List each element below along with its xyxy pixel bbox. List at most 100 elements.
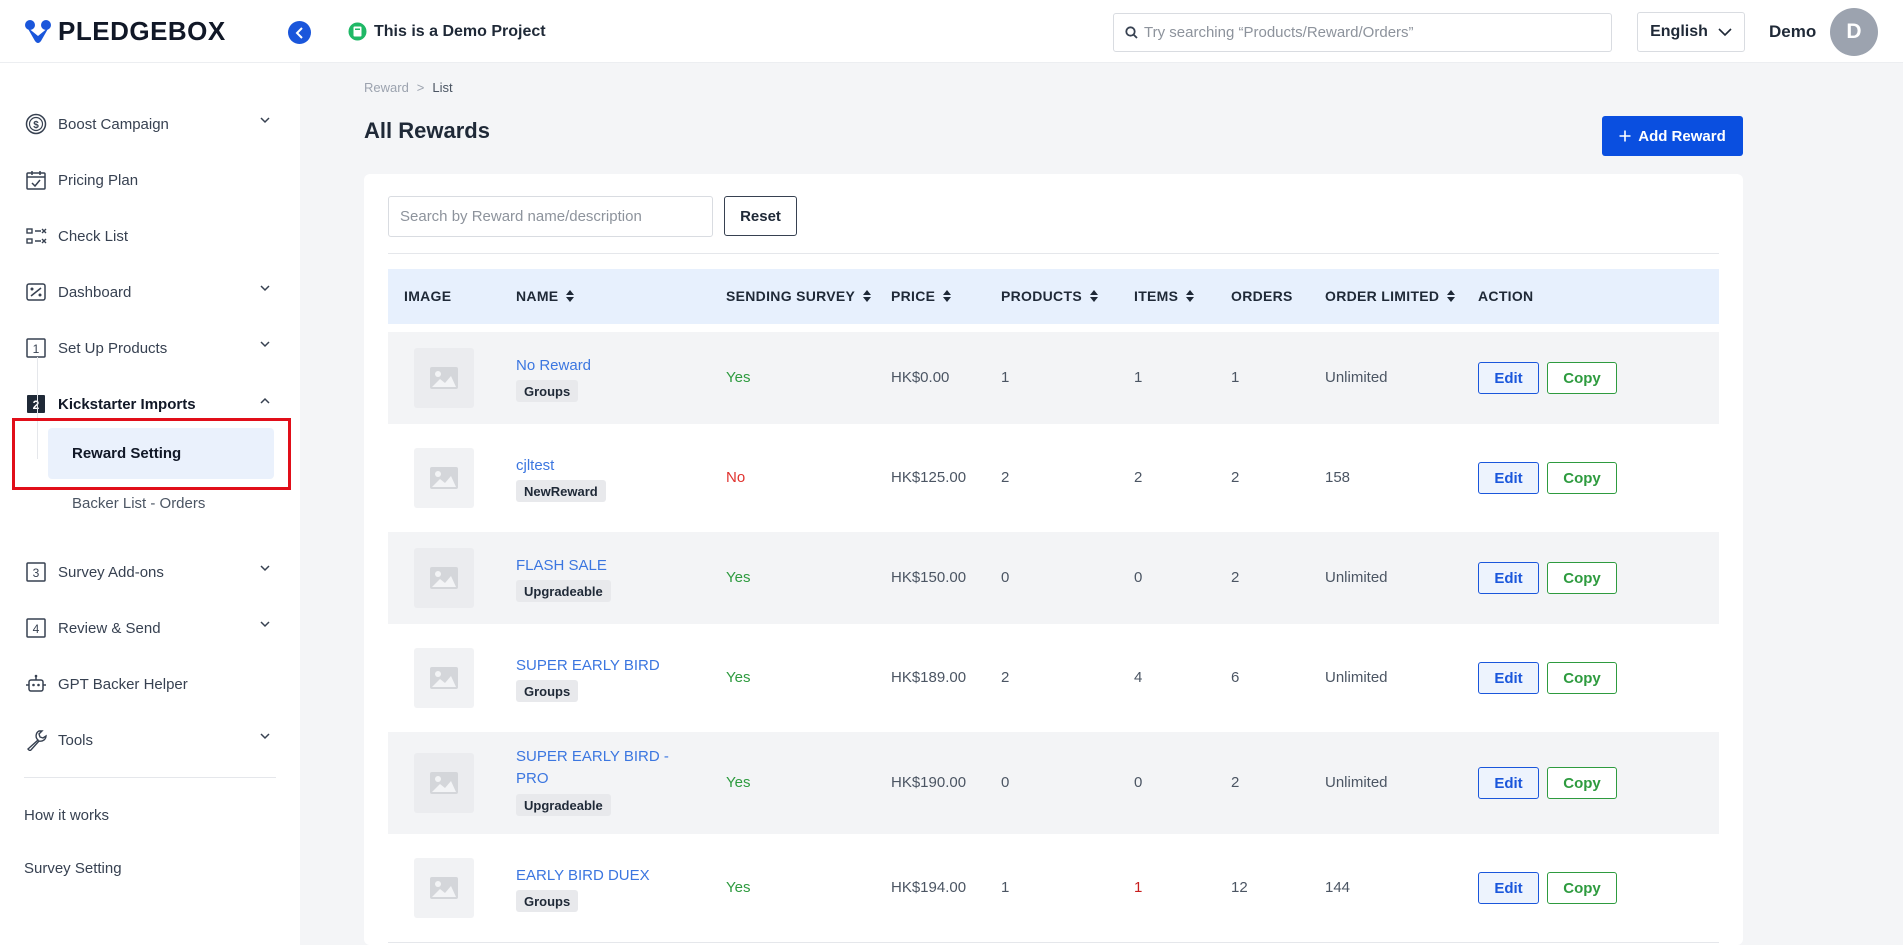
column-header-action: ACTION: [1478, 288, 1534, 304]
copy-button[interactable]: Copy: [1547, 872, 1617, 904]
sidebar-item-label: Survey Add-ons: [58, 563, 164, 581]
svg-text:4: 4: [33, 622, 40, 636]
items-count: 0: [1134, 774, 1143, 791]
sidebar-item-survey-add-ons[interactable]: 3 Survey Add-ons: [24, 555, 276, 589]
edit-button[interactable]: Edit: [1478, 767, 1539, 799]
reward-price: HK$194.00: [891, 879, 967, 896]
svg-text:3: 3: [33, 566, 40, 580]
reward-name-link[interactable]: EARLY BIRD DUEX: [516, 865, 676, 887]
table-row: EARLY BIRD DUEX Groups Yes HK$194.00 1 1…: [388, 842, 1719, 934]
reward-tag: NewReward: [516, 480, 606, 502]
sidebar-item-label: Boost Campaign: [58, 115, 169, 133]
reset-button[interactable]: Reset: [724, 196, 797, 236]
column-header-image: IMAGE: [404, 288, 452, 304]
items-count: 1: [1134, 879, 1143, 896]
sort-icon[interactable]: [566, 289, 575, 303]
breadcrumb-current: List: [432, 80, 453, 95]
sidebar-item-label: Set Up Products: [58, 339, 168, 357]
products-count: 1: [1001, 879, 1010, 896]
orders-count: 1: [1231, 369, 1240, 386]
user-name[interactable]: Demo: [1769, 22, 1816, 42]
orders-count: 2: [1231, 569, 1240, 586]
edit-button[interactable]: Edit: [1478, 362, 1539, 394]
add-reward-label: Add Reward: [1638, 127, 1726, 145]
chevron-left-icon: [295, 26, 303, 39]
breadcrumb-parent[interactable]: Reward: [364, 80, 409, 95]
avatar[interactable]: D: [1830, 8, 1878, 56]
column-header-sending-survey[interactable]: SENDING SURVEY: [726, 288, 872, 304]
sidebar-item-label: Tools: [58, 731, 94, 749]
image-placeholder-icon: [414, 448, 474, 508]
sort-icon[interactable]: [863, 289, 872, 303]
products-count: 1: [1001, 369, 1010, 386]
demo-project-label: This is a Demo Project: [348, 22, 546, 41]
sidebar-subitem-backer-list[interactable]: Backer List - Orders: [48, 478, 274, 529]
checklist-icon: [24, 224, 48, 248]
reward-tag: Groups: [516, 380, 579, 402]
table-row: cjltest NewReward No HK$125.00 2 2 2 158…: [388, 432, 1719, 524]
items-count: 0: [1134, 569, 1143, 586]
breadcrumb-separator: >: [416, 80, 425, 95]
reward-name-link[interactable]: cjltest: [516, 455, 676, 477]
reward-price: HK$125.00: [891, 469, 967, 486]
step-one-icon: 1: [24, 336, 48, 360]
sidebar-item-kickstarter-imports[interactable]: 2 Kickstarter Imports: [24, 387, 276, 421]
copy-button[interactable]: Copy: [1547, 362, 1617, 394]
sidebar-item-check-list[interactable]: Check List: [24, 219, 276, 253]
sidebar-item-tools[interactable]: Tools: [24, 723, 276, 757]
sidebar-item-boost-campaign[interactable]: $ Boost Campaign: [24, 107, 276, 141]
copy-button[interactable]: Copy: [1547, 662, 1617, 694]
image-placeholder-icon: [414, 858, 474, 918]
copy-button[interactable]: Copy: [1547, 462, 1617, 494]
sidebar-item-review-send[interactable]: 4 Review & Send: [24, 611, 276, 645]
copy-button[interactable]: Copy: [1547, 562, 1617, 594]
column-header-order-limited[interactable]: ORDER LIMITED: [1325, 288, 1456, 304]
sidebar-item-set-up-products[interactable]: 1 Set Up Products: [24, 331, 276, 365]
chevron-down-icon: [260, 341, 270, 348]
calendar-check-icon: [24, 168, 48, 192]
sidebar-item-label: Review & Send: [58, 619, 161, 637]
chevron-down-icon: [260, 733, 270, 740]
reward-name-link[interactable]: SUPER EARLY BIRD: [516, 655, 676, 677]
reward-name-link[interactable]: SUPER EARLY BIRD - PRO: [516, 746, 676, 790]
sort-icon[interactable]: [1447, 289, 1456, 303]
survey-status: Yes: [726, 669, 751, 686]
sidebar-item-dashboard[interactable]: Dashboard: [24, 275, 276, 309]
edit-button[interactable]: Edit: [1478, 462, 1539, 494]
sort-icon[interactable]: [943, 289, 952, 303]
reward-name-link[interactable]: No Reward: [516, 355, 676, 377]
sidebar-item-label: GPT Backer Helper: [58, 675, 188, 693]
step-three-icon: 3: [24, 560, 48, 584]
edit-button[interactable]: Edit: [1478, 662, 1539, 694]
global-search-input[interactable]: [1144, 24, 1584, 41]
products-count: 0: [1001, 774, 1010, 791]
column-header-price[interactable]: PRICE: [891, 288, 952, 304]
plus-icon: [1619, 130, 1631, 142]
sidebar-item-pricing-plan[interactable]: Pricing Plan: [24, 163, 276, 197]
edit-button[interactable]: Edit: [1478, 872, 1539, 904]
how-it-works-link[interactable]: How it works: [24, 807, 109, 824]
chevron-down-icon: [260, 565, 270, 572]
order-limited: 144: [1325, 879, 1351, 896]
column-header-products[interactable]: PRODUCTS: [1001, 288, 1098, 304]
sort-icon[interactable]: [1186, 289, 1195, 303]
sidebar-item-gpt-backer-helper[interactable]: GPT Backer Helper: [24, 667, 276, 701]
add-reward-button[interactable]: Add Reward: [1602, 116, 1743, 156]
edit-button[interactable]: Edit: [1478, 562, 1539, 594]
table-row: No Reward Groups Yes HK$0.00 1 1 1 Unlim…: [388, 332, 1719, 424]
sidebar-divider: [24, 777, 276, 778]
column-header-name[interactable]: NAME: [516, 288, 575, 304]
order-limited: 158: [1325, 469, 1351, 486]
column-header-items[interactable]: ITEMS: [1134, 288, 1195, 304]
percent-chart-icon: [24, 280, 48, 304]
reward-name-link[interactable]: FLASH SALE: [516, 555, 676, 577]
collapse-sidebar-button[interactable]: [288, 21, 311, 44]
language-select[interactable]: English: [1637, 12, 1745, 52]
copy-button[interactable]: Copy: [1547, 767, 1617, 799]
reward-search-input[interactable]: [388, 196, 713, 237]
sort-icon[interactable]: [1089, 289, 1098, 303]
survey-setting-link[interactable]: Survey Setting: [24, 860, 122, 877]
global-search[interactable]: [1113, 13, 1612, 52]
pledgebox-logo[interactable]: PLEDGEBOX: [24, 16, 226, 47]
survey-status: Yes: [726, 879, 751, 896]
